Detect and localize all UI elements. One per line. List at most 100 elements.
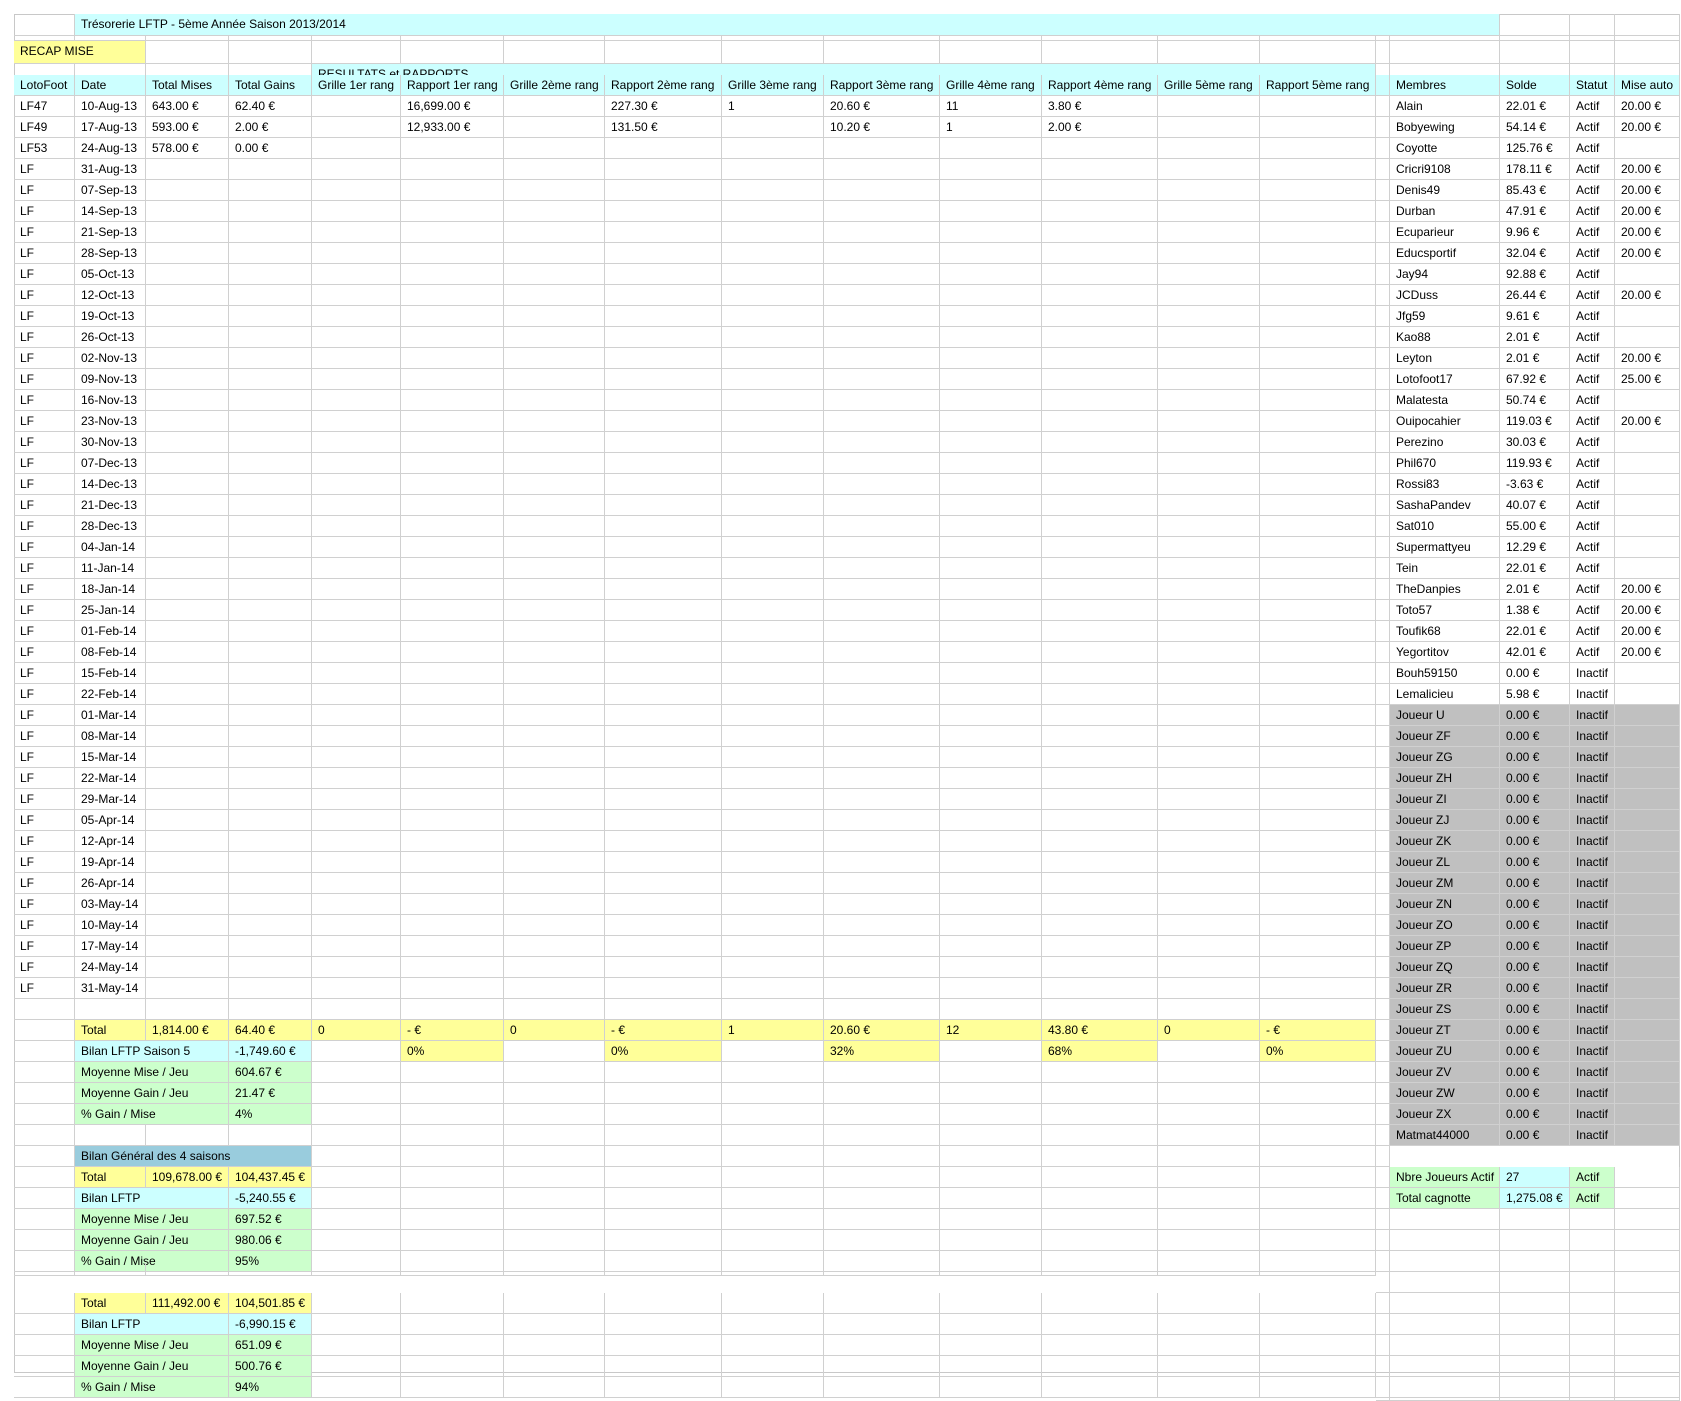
spacer-cell[interactable] (1376, 285, 1390, 306)
data-cell[interactable] (146, 222, 229, 243)
data-cell[interactable] (722, 222, 824, 243)
member-cell[interactable]: Actif (1570, 285, 1615, 306)
data-cell[interactable]: 22-Mar-14 (75, 768, 146, 789)
data-cell[interactable]: 62.40 € (229, 96, 312, 117)
grid-cell[interactable] (722, 1209, 824, 1230)
data-cell[interactable] (824, 621, 940, 642)
inactive-member-cell[interactable]: 0.00 € (1500, 1104, 1570, 1125)
data-cell[interactable] (146, 663, 229, 684)
data-cell[interactable] (824, 495, 940, 516)
data-cell[interactable] (504, 516, 605, 537)
grid-cell[interactable] (312, 1314, 401, 1335)
data-cell[interactable] (605, 894, 722, 915)
grid-cell[interactable] (1158, 1314, 1260, 1335)
inactive-member-cell[interactable]: 0.00 € (1500, 789, 1570, 810)
data-cell[interactable] (401, 285, 504, 306)
data-cell[interactable]: 23-Nov-13 (75, 411, 146, 432)
data-cell[interactable] (824, 852, 940, 873)
data-cell[interactable]: 593.00 € (146, 117, 229, 138)
data-cell[interactable] (824, 201, 940, 222)
data-cell[interactable]: 14-Dec-13 (75, 474, 146, 495)
spreadsheet-grid[interactable]: Trésorerie LFTP - 5ème Année Saison 2013… (0, 0, 1681, 1401)
grid-cell[interactable] (722, 1188, 824, 1209)
data-cell[interactable] (940, 831, 1042, 852)
data-cell[interactable] (1042, 789, 1158, 810)
empty-cell[interactable] (1615, 1209, 1680, 1230)
spacer-cell[interactable] (1376, 180, 1390, 201)
data-cell[interactable] (1260, 453, 1376, 474)
grid-cell[interactable] (401, 1209, 504, 1230)
inactive-member-cell[interactable]: Inactif (1570, 1041, 1615, 1062)
grid-cell[interactable] (1570, 41, 1615, 64)
data-cell[interactable] (146, 411, 229, 432)
data-cell[interactable] (146, 264, 229, 285)
general-bilan-label[interactable]: Bilan LFTP (75, 1188, 229, 1209)
inactive-member-cell[interactable]: Joueur ZH (1390, 768, 1500, 789)
spacer-cell[interactable] (1376, 831, 1390, 852)
data-cell[interactable]: LF (14, 978, 75, 999)
data-cell[interactable]: LF (14, 558, 75, 579)
data-cell[interactable] (146, 747, 229, 768)
data-cell[interactable]: 10-May-14 (75, 915, 146, 936)
inactive-member-cell[interactable]: 0.00 € (1500, 1020, 1570, 1041)
member-cell[interactable] (1615, 306, 1680, 327)
grid-cell[interactable] (504, 1041, 605, 1062)
data-cell[interactable] (1042, 474, 1158, 495)
member-cell[interactable]: 2.01 € (1500, 327, 1570, 348)
member-cell[interactable]: Actif (1570, 474, 1615, 495)
spacer-cell[interactable] (605, 1263, 722, 1276)
data-cell[interactable] (1158, 663, 1260, 684)
data-cell[interactable] (401, 264, 504, 285)
general-total-gains[interactable]: 104,501.85 € (229, 1293, 312, 1314)
member-cell[interactable] (1615, 516, 1680, 537)
data-cell[interactable] (504, 642, 605, 663)
data-cell[interactable] (1260, 873, 1376, 894)
data-cell[interactable] (1260, 222, 1376, 243)
member-cell[interactable]: 20.00 € (1615, 243, 1680, 264)
data-cell[interactable] (312, 873, 401, 894)
data-cell[interactable] (1260, 852, 1376, 873)
data-cell[interactable] (605, 138, 722, 159)
data-cell[interactable]: LF (14, 663, 75, 684)
member-cell[interactable] (1615, 684, 1680, 705)
data-cell[interactable] (1260, 138, 1376, 159)
data-cell[interactable] (1042, 159, 1158, 180)
data-cell[interactable] (146, 432, 229, 453)
data-cell[interactable]: LF (14, 369, 75, 390)
empty-cell[interactable] (1570, 1356, 1615, 1377)
grid-cell[interactable] (722, 1146, 824, 1167)
data-cell[interactable] (1158, 306, 1260, 327)
data-cell[interactable] (401, 558, 504, 579)
grid-cell[interactable] (1260, 1104, 1376, 1125)
spacer-cell[interactable] (504, 1263, 605, 1276)
data-cell[interactable] (504, 936, 605, 957)
total-cell[interactable]: 64.40 € (229, 1020, 312, 1041)
data-cell[interactable] (722, 999, 824, 1020)
data-cell[interactable] (940, 936, 1042, 957)
empty-cell[interactable] (1615, 1335, 1680, 1356)
inactive-member-cell[interactable]: Inactif (1570, 978, 1615, 999)
data-cell[interactable] (722, 831, 824, 852)
spacer-cell[interactable] (1376, 243, 1390, 264)
inactive-member-cell[interactable]: Joueur ZT (1390, 1020, 1500, 1041)
data-cell[interactable] (504, 243, 605, 264)
inactive-member-cell[interactable] (1615, 831, 1680, 852)
data-cell[interactable]: LF (14, 894, 75, 915)
member-cell[interactable]: 67.92 € (1500, 369, 1570, 390)
data-cell[interactable] (146, 936, 229, 957)
general-stat-label[interactable]: % Gain / Mise (75, 1377, 229, 1398)
data-cell[interactable] (401, 915, 504, 936)
data-cell[interactable] (722, 579, 824, 600)
empty-cell[interactable] (1570, 1377, 1615, 1398)
member-cell[interactable]: Supermattyeu (1390, 537, 1500, 558)
spacer-cell[interactable] (1376, 306, 1390, 327)
inactive-member-cell[interactable]: 0.00 € (1500, 978, 1570, 999)
member-cell[interactable] (1615, 495, 1680, 516)
data-cell[interactable] (1260, 348, 1376, 369)
grid-cell[interactable] (824, 1146, 940, 1167)
data-cell[interactable] (401, 873, 504, 894)
spacer-cell[interactable] (1376, 1104, 1390, 1125)
member-cell[interactable] (1615, 327, 1680, 348)
data-cell[interactable] (312, 201, 401, 222)
empty-cell[interactable] (1376, 1272, 1390, 1293)
